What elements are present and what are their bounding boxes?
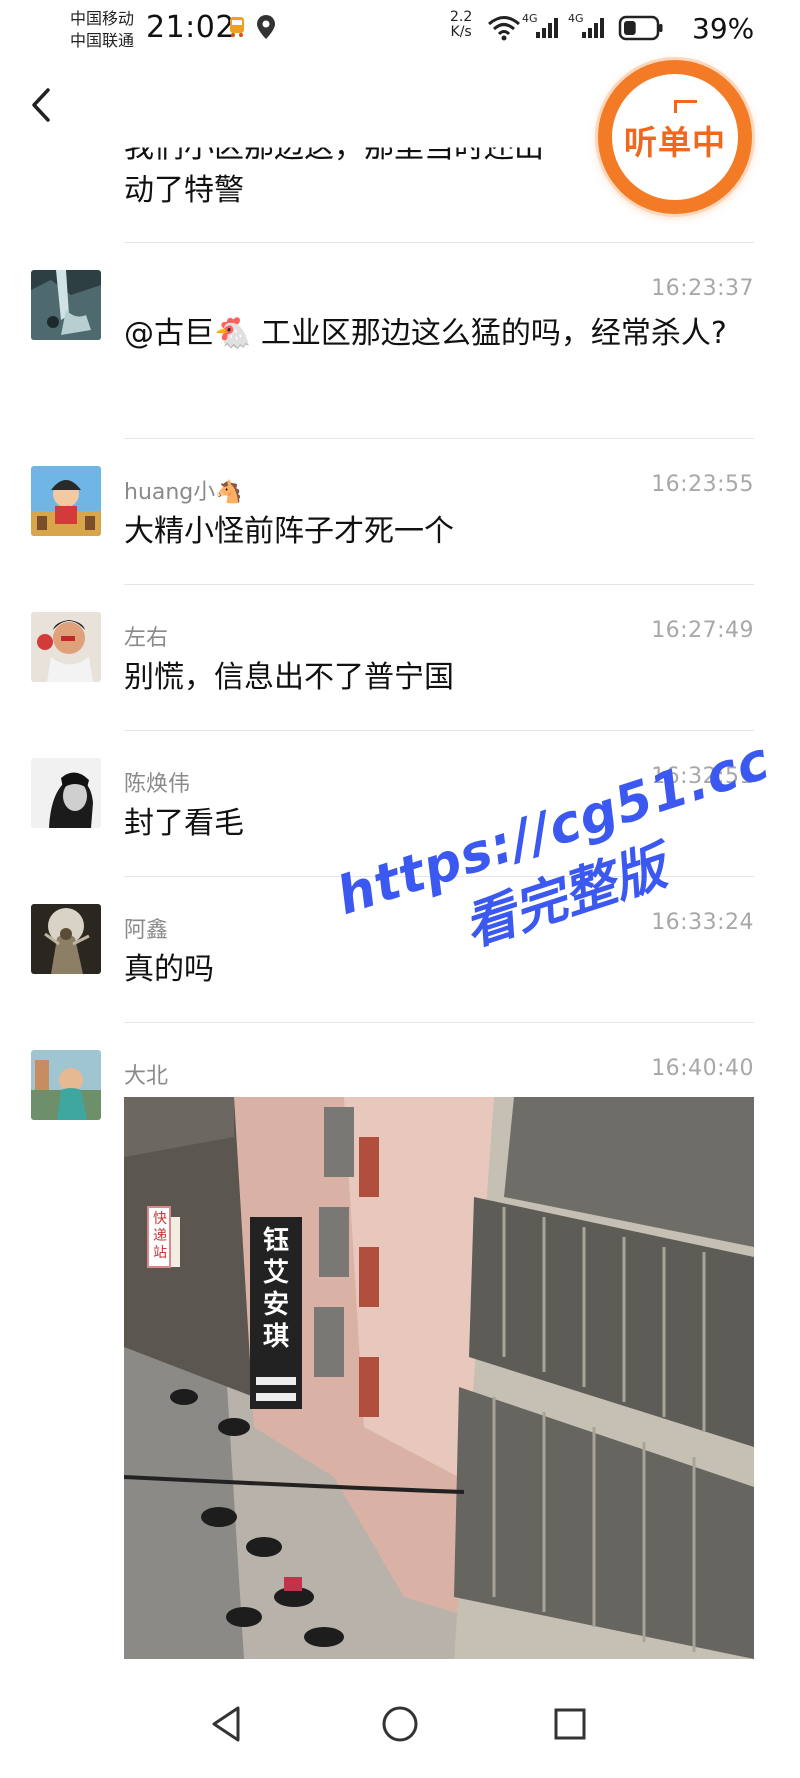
navigation-bar	[0, 1666, 800, 1778]
signal-icon	[536, 18, 558, 38]
comment-photo[interactable]: 钰 艾 安 琪 快递站	[124, 1097, 754, 1659]
network-speed: 2.2 K/s	[450, 10, 472, 40]
comment-username[interactable]: 阿鑫	[124, 912, 168, 944]
comment-time: 16:27:49	[651, 618, 754, 643]
comment-text: 别慌，信息出不了普宁国	[124, 660, 454, 695]
triangle-back-icon	[212, 1706, 240, 1742]
divider	[124, 876, 754, 877]
carrier-2: 中国联通	[70, 31, 135, 50]
avatar[interactable]	[31, 758, 101, 828]
divider	[124, 1022, 754, 1023]
badge-tick-icon	[674, 100, 697, 113]
comment-username[interactable]: huang小🐴	[124, 474, 243, 506]
partial-message-line: 动了特警	[124, 173, 244, 208]
comment-text: 封了看毛	[124, 806, 244, 841]
battery-icon	[618, 15, 663, 41]
divider	[124, 730, 754, 731]
comment-text: @古巨🐔 工业区那边这么猛的吗，经常杀人?	[124, 316, 727, 351]
back-button[interactable]	[22, 82, 62, 128]
signal-icon	[582, 18, 604, 38]
store-sign-text: 钰 艾 安 琪	[262, 1226, 289, 1352]
wifi-icon	[488, 16, 520, 41]
comment-time: 16:23:55	[651, 472, 754, 497]
comment-text: 大精小怪前阵子才死一个	[124, 514, 454, 549]
nav-back-button[interactable]	[200, 1696, 256, 1752]
avatar[interactable]	[31, 1050, 101, 1120]
listen-label: 听单中	[624, 123, 726, 162]
speed-unit: K/s	[450, 24, 472, 40]
status-bar: 中国移动 中国联通 21:02 2.2 K/s 4G 4G 39%	[0, 0, 800, 60]
battery-percent: 39%	[692, 12, 755, 45]
carrier-names: 中国移动 中国联通	[70, 8, 134, 52]
comment-text: 真的吗	[124, 952, 214, 987]
listen-order-badge[interactable]: 听单中	[598, 60, 752, 214]
status-time: 21:02	[146, 10, 235, 45]
square-recents-icon	[554, 1708, 586, 1740]
location-icon	[257, 15, 275, 39]
partial-message-line: 我们小区那边这，那里当时还出	[124, 130, 544, 165]
comment-time: 16:33:24	[651, 910, 754, 935]
bus-icon	[230, 17, 244, 37]
divider	[124, 438, 754, 439]
chevron-left-icon	[32, 88, 50, 122]
divider	[124, 584, 754, 585]
store-sign-small: 快递站	[153, 1211, 167, 1261]
avatar[interactable]	[31, 904, 101, 974]
avatar[interactable]	[31, 466, 101, 536]
avatar[interactable]	[31, 270, 101, 340]
comment-username[interactable]: 大北	[124, 1058, 168, 1090]
avatar[interactable]	[31, 612, 101, 682]
nav-recents-button[interactable]	[542, 1696, 598, 1752]
comment-username[interactable]: 陈焕伟	[124, 766, 190, 798]
comment-username[interactable]: 左右	[124, 620, 168, 652]
comment-time: 16:40:40	[651, 1056, 754, 1081]
comment-time: 16:23:37	[651, 276, 754, 301]
carrier-1: 中国移动	[70, 9, 135, 28]
circle-home-icon	[382, 1706, 418, 1742]
comment-time: 16:32:51	[651, 764, 754, 789]
nav-home-button[interactable]	[372, 1696, 428, 1752]
divider	[124, 242, 754, 243]
speed-value: 2.2	[450, 9, 473, 25]
